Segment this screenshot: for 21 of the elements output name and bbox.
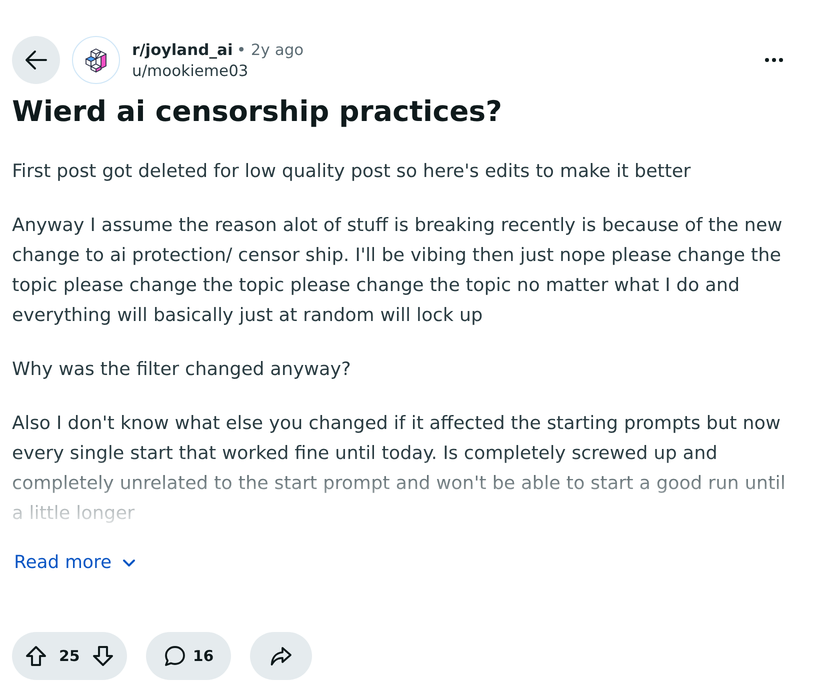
post-paragraph: Also I don't know what else you changed if it affected the starting prompts but now every single start that worked fine until today. Is completely screwed up and completely unrelated to the start prompt and won't be able to start a good run until a little longer: [12, 412, 787, 526]
back-arrow-icon: [25, 50, 47, 70]
community-link[interactable]: r/joyland_ai: [132, 40, 233, 60]
share-button[interactable]: [250, 632, 312, 680]
upvote-icon: [25, 645, 47, 667]
downvote-icon: [92, 645, 114, 667]
comments-button[interactable]: 16: [146, 632, 231, 680]
comment-icon: [164, 645, 186, 667]
more-options-icon: [765, 58, 783, 62]
post-paragraph: Anyway I assume the reason alot of stuff is breaking recently is because of the new change to ai protection/ censor ship. I'll be vibing then just nope please change the topic please change the topic please change the topic no matter what I do and everything will basically just at random will lock up: [12, 214, 784, 328]
post-title: Wierd ai censorship practices?: [12, 94, 504, 130]
post-paragraph: First post got deleted for low quality post so here's edits to make it better: [12, 160, 692, 184]
read-more-button[interactable]: Read more: [12, 551, 135, 575]
post-paragraph: Why was the filter changed anyway?: [12, 358, 352, 382]
back-button[interactable]: [12, 36, 60, 84]
chevron-down-icon: [122, 559, 135, 567]
vote-count: 25: [59, 647, 80, 665]
community-avatar-icon[interactable]: [72, 36, 120, 84]
author-link[interactable]: u/mookieme03: [132, 60, 304, 80]
post-time: • 2y ago: [236, 40, 304, 60]
share-arrow-icon: [270, 646, 292, 666]
